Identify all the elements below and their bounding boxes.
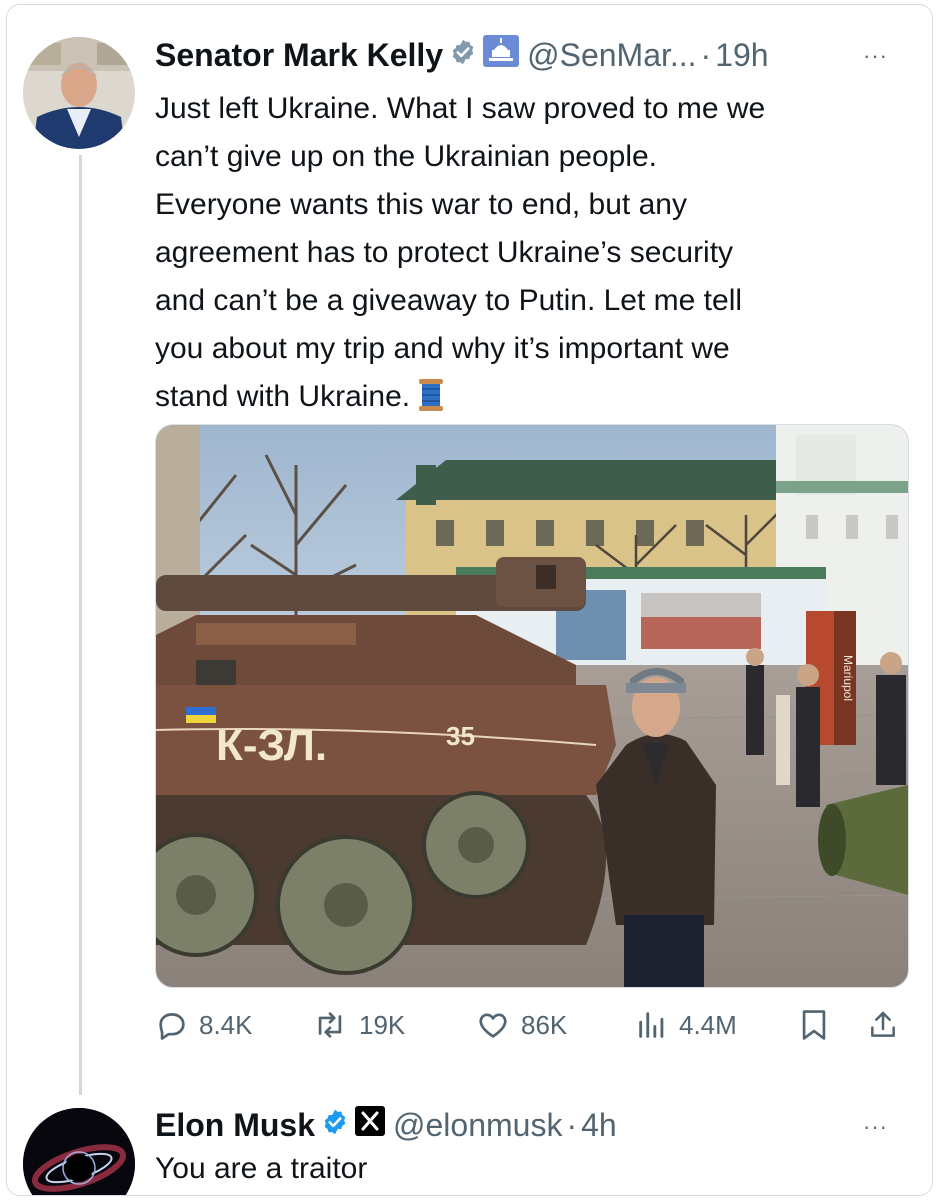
government-capitol-icon [483,35,520,75]
reply-author-handle[interactable]: @elonmusk [393,1107,562,1144]
x-affiliate-icon [355,1106,386,1144]
view-count: 4.4M [679,1009,737,1040]
tweet-line: agreement has to protect Ukraine’s secur… [155,236,734,269]
share-button[interactable] [867,1008,899,1042]
tweet-header: Senator Mark Kelly @SenMar... · 19h [155,35,769,75]
avatar-blackhole-image [23,1108,135,1195]
views-chart-icon [639,1012,664,1038]
bookmark-icon [802,1010,826,1040]
thread-connector-line [79,155,82,1095]
verified-badge-icon [321,1107,349,1144]
reply-button[interactable]: 8.4K [155,1008,253,1042]
tweet-timestamp[interactable]: 19h [715,37,768,74]
tweet-line: and can’t be a giveaway to Putin. Let me… [155,284,743,317]
tweet-line: you about my trip and why it’s important… [155,332,730,365]
tweet-photo[interactable]: Mariupol К-ЗЛ. 35 [155,424,909,988]
reply-author-avatar[interactable] [23,1108,135,1195]
tweet-action-bar: 8.4K 19K 86K 4.4M [155,1008,907,1052]
more-options-icon[interactable]: ··· [863,1114,888,1140]
views-button[interactable]: 4.4M [635,1008,737,1042]
repost-button[interactable]: 19K [311,1008,405,1042]
reply-timestamp[interactable]: 4h [581,1107,617,1144]
author-handle[interactable]: @SenMar... [527,37,696,74]
avatar-photo [23,37,135,149]
reply-count: 8.4K [199,1009,253,1040]
reply-icon [159,1013,185,1040]
tweet-line: Just left Ukraine. What I saw proved to … [155,92,766,125]
reply-body: You are a traitor [155,1152,368,1185]
bookmark-button[interactable] [799,1008,829,1042]
tweet-line: Everyone wants this war to end, but any [155,188,687,221]
tweet-thread-card: Senator Mark Kelly @SenMar... · 19h ··· … [6,4,933,1196]
thread-spool-icon [418,378,444,427]
tweet-line: can’t give up on the Ukrainian people. [155,140,658,173]
share-icon [871,1011,895,1037]
svg-text:К-ЗЛ.: К-ЗЛ. [216,721,327,770]
reply-header: Elon Musk @elonmusk · 4h [155,1106,617,1144]
author-avatar[interactable] [23,37,135,149]
tweet-line: stand with Ukraine. [155,380,411,413]
like-count: 86K [521,1009,568,1040]
repost-icon [318,1012,342,1038]
tweet-body: Just left Ukraine. What I saw proved to … [155,85,895,427]
like-button[interactable]: 86K [475,1008,567,1042]
repost-count: 19K [359,1009,406,1040]
reply-author-name[interactable]: Elon Musk [155,1107,315,1144]
photo-sign-label: Mariupol [841,655,855,701]
header-separator: · [700,36,712,73]
more-options-icon[interactable]: ··· [863,43,888,69]
header-separator: · [566,1106,578,1143]
author-name[interactable]: Senator Mark Kelly [155,37,443,74]
svg-text:35: 35 [446,721,475,751]
verified-badge-icon [449,37,477,74]
photo-scene: Mariupol К-ЗЛ. 35 [156,425,908,987]
tweet-line-last: stand with Ukraine. [155,373,895,427]
heart-icon [479,1013,507,1038]
